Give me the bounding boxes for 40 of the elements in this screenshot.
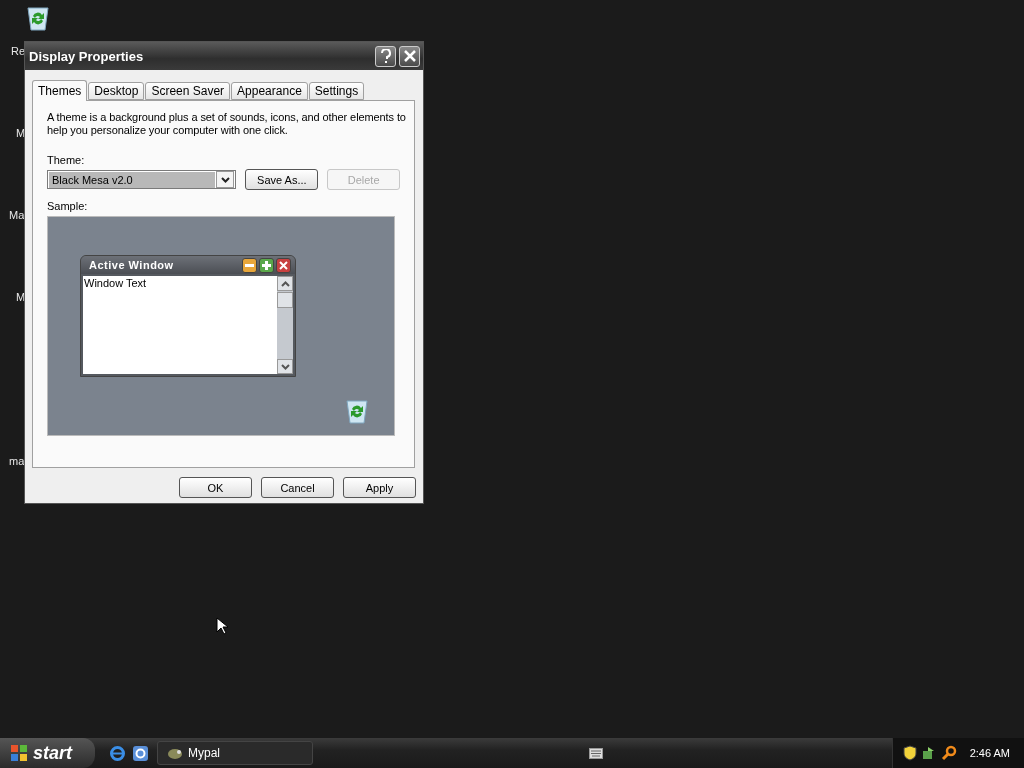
browser-icon[interactable] (109, 744, 126, 762)
scroll-up-icon (280, 280, 290, 287)
cancel-button[interactable]: Cancel (261, 477, 334, 498)
tab[interactable]: Settings (308, 82, 365, 100)
desktop-shortcut-icon[interactable] (132, 744, 149, 762)
close-icon (403, 50, 416, 62)
preview-window-text: Window Text (83, 276, 148, 290)
tab[interactable]: Desktop (88, 82, 145, 100)
app-icon (166, 746, 184, 760)
keyboard-icon[interactable] (589, 747, 604, 759)
description-text: A theme is a background plus a set of sounds, icons, and other elements to help you personalize your computer with one click. (47, 111, 407, 137)
clock: 2:46 AM (969, 747, 1010, 759)
sample-label: Sample: (47, 200, 89, 212)
window-title: Display Properties (29, 48, 145, 64)
help-icon (380, 49, 391, 63)
windows-flag-icon (10, 744, 28, 762)
help-button[interactable] (375, 45, 396, 67)
desktop-icon-label[interactable]: M (16, 291, 26, 303)
mouse-cursor-icon (216, 617, 228, 635)
desktop-icon-label[interactable]: ma (9, 455, 25, 467)
tab[interactable]: Appearance (231, 82, 308, 100)
desktop-icon-label[interactable]: M (16, 127, 26, 139)
desktop-icon-label[interactable]: Ma (9, 209, 25, 221)
close-button[interactable] (399, 45, 420, 67)
apply-button[interactable]: Apply (343, 477, 416, 498)
tab[interactable]: Themes (32, 80, 88, 101)
theme-label: Theme: (47, 154, 86, 166)
network-icon[interactable] (921, 745, 936, 761)
taskbar-button[interactable]: Mypal (157, 741, 313, 765)
start-button[interactable]: start (0, 738, 95, 768)
desktop-icon-label[interactable]: Re (11, 45, 26, 57)
ok-button[interactable]: OK (179, 477, 252, 498)
search-icon[interactable] (940, 745, 957, 761)
save-as-button[interactable]: Save As... (245, 169, 319, 190)
shield-icon[interactable] (902, 745, 917, 761)
theme-dropdown[interactable]: Black Mesa v2.0 (47, 170, 237, 189)
tab[interactable]: Screen Saver (145, 82, 231, 100)
scroll-down-icon (280, 363, 290, 370)
chevron-down-icon (220, 176, 230, 183)
preview-window-title: Active Window (89, 259, 175, 271)
